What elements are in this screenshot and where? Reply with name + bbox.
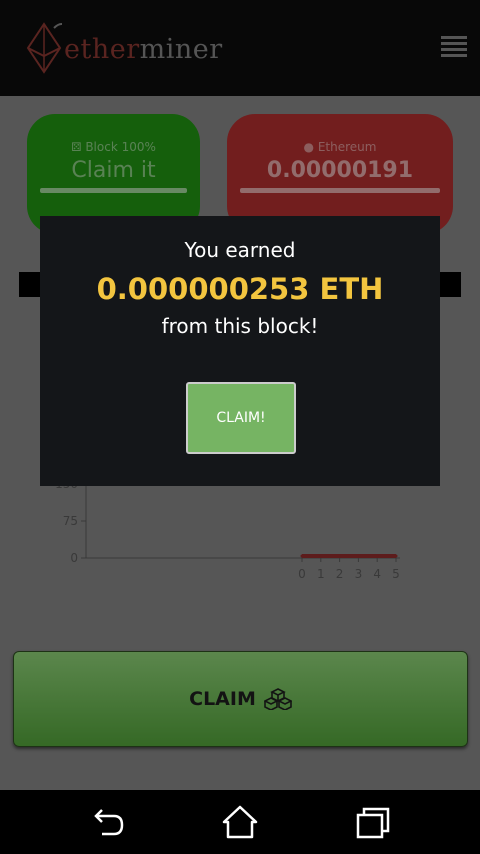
reward-dialog: You earned 0.000000253 ETH from this blo… — [40, 216, 440, 486]
logo-text-miner: miner — [139, 34, 223, 65]
back-icon[interactable] — [88, 804, 128, 840]
dialog-line-1: You earned — [184, 238, 296, 262]
logo-text: etherminer — [64, 34, 223, 65]
ethereum-logo-icon — [26, 22, 62, 74]
app: etherminer ⚄ Block 100% Claim it ● Ether… — [0, 0, 480, 790]
android-navigation-bar — [0, 790, 480, 854]
dialog-claim-button[interactable]: CLAIM! — [186, 382, 296, 454]
home-icon[interactable] — [220, 804, 260, 840]
menu-icon[interactable] — [441, 36, 467, 57]
app-header: etherminer — [0, 0, 480, 96]
recents-icon[interactable] — [353, 804, 393, 840]
dialog-line-2: from this block! — [161, 314, 319, 338]
logo[interactable]: etherminer — [26, 20, 246, 76]
reward-amount: 0.000000253 ETH — [96, 272, 384, 306]
logo-text-ether: ether — [64, 34, 140, 65]
